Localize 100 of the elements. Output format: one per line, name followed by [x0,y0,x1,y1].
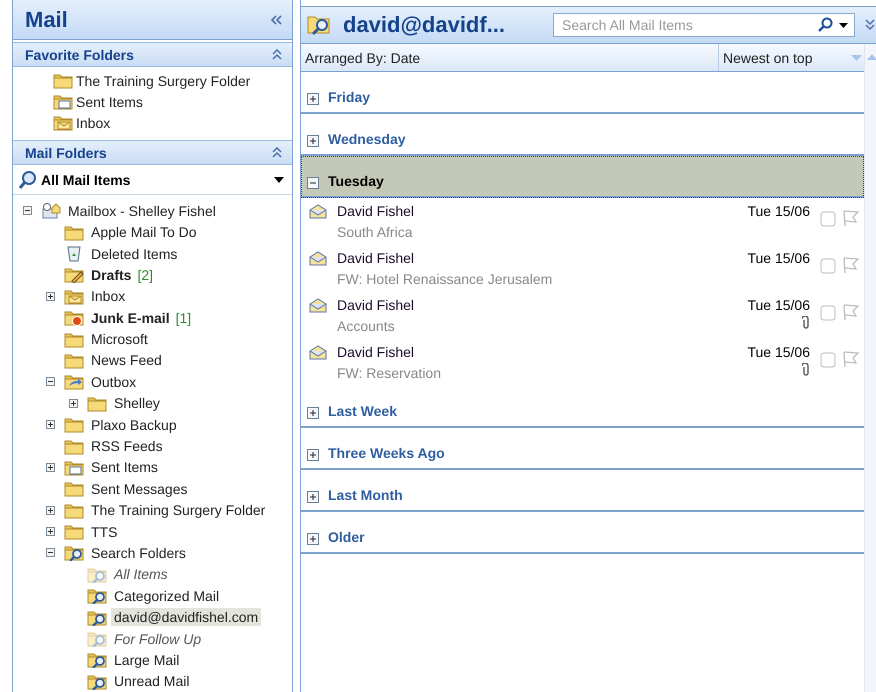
search-icon [18,170,38,190]
collapse-icon[interactable] [46,548,55,558]
folder-icon [53,72,73,90]
message-sender: David Fishel [337,344,416,360]
folder-item[interactable]: Deleted Items [88,244,180,262]
message-subject: FW: Hotel Renaissance Jerusalem [337,271,554,287]
folder-icon [64,480,84,498]
expand-icon[interactable] [307,449,319,461]
folder-item[interactable]: Inbox [88,287,128,306]
caret-icon[interactable] [839,22,848,28]
search-box[interactable]: Search All Mail Items [553,13,855,37]
folder-icon [64,438,84,455]
expand-icon[interactable] [46,506,55,515]
folder-item[interactable]: Drafts [2] [88,266,156,284]
group-header[interactable]: Three Weeks Ago [301,428,864,470]
search-folder-icon [87,566,107,583]
folder-item[interactable]: Unread Mail [111,672,192,690]
expand-icon[interactable] [69,398,78,408]
folder-item[interactable]: david@davidfishel.com [111,608,262,626]
message-sender: David Fishel [337,297,416,313]
folder-item[interactable]: All Items [111,565,171,584]
message-sender: David Fishel [337,203,416,219]
expand-icon[interactable] [307,93,319,105]
folder-item[interactable]: Outbox [88,372,140,391]
folder-item[interactable]: Large Mail [111,650,182,669]
favorite-folder[interactable]: Sent Items [53,91,292,112]
search-icon[interactable] [817,17,833,33]
search-folder-icon [87,587,107,604]
group-header[interactable]: Tuesday [301,156,864,198]
section-header[interactable]: Mail Folders [13,140,292,166]
collapse-icon[interactable] [46,377,55,386]
sent-folder-icon [64,458,84,476]
open-envelope-icon [309,251,327,266]
folder-item[interactable]: Sent Items [88,458,161,476]
open-envelope-icon [309,298,327,313]
folder-item[interactable]: The Training Surgery Folder [88,501,268,520]
message-date: Tue 15/06 [747,250,810,266]
open-envelope-icon [309,345,327,360]
message-item[interactable]: David Fishel South Africa Tue 15/06 [301,198,864,245]
collapse-icon[interactable] [23,206,32,216]
expand-icon[interactable] [307,491,319,503]
search-folder-icon [87,630,107,648]
section-header[interactable]: Favorite Folders [13,42,292,68]
expand-icon[interactable] [307,407,319,419]
category-checkbox-icon[interactable] [820,258,836,274]
message-item[interactable]: David Fishel FW: Reservation Tue 15/06 [301,339,864,386]
expand-icon[interactable] [46,527,55,536]
message-subject: FW: Reservation [337,365,442,381]
arrange-by-header[interactable]: Arranged By: Date [301,50,718,66]
folder-item[interactable]: Sent Messages [88,480,190,498]
group-header[interactable]: Last Week [301,386,864,428]
message-item[interactable]: David Fishel FW: Hotel Renaissance Jerusalem Tue 15/06 [301,245,864,292]
search-folder-icon [87,608,107,626]
folder-item[interactable]: For Follow Up [111,630,204,648]
category-checkbox-icon[interactable] [820,352,836,368]
group-header[interactable]: Friday [301,72,864,114]
folder-icon [64,330,84,348]
folder-icon [64,352,84,369]
mailbox-icon [41,202,61,220]
expand-icon[interactable] [46,292,55,301]
inbox-folder-icon [64,288,84,305]
category-checkbox-icon[interactable] [820,305,836,321]
expand-icon[interactable] [307,533,319,545]
folder-item[interactable]: Apple Mail To Do [88,223,200,242]
folder-icon [64,523,84,540]
section-title: Mail Folders [25,144,107,161]
group-header[interactable]: Last Month [301,470,864,512]
favorite-folder[interactable]: The Training Surgery Folder [53,70,292,92]
folder-item[interactable]: TTS [88,522,120,541]
folder-item[interactable]: RSS Feeds [88,437,166,456]
favorite-folder[interactable]: Inbox [53,112,292,134]
folder-item[interactable]: Mailbox - Shelley Fishel [65,202,219,220]
message-item[interactable]: David Fishel Accounts Tue 15/06 [301,292,864,339]
unread-count: [1] [176,310,192,326]
sent-folder-icon [53,93,73,110]
collapse-icon[interactable] [307,177,319,189]
folder-item[interactable]: News Feed [88,351,165,370]
folder-item[interactable]: Categorized Mail [111,586,222,605]
folder-icon [64,224,84,241]
expand-icon[interactable] [46,462,55,472]
open-envelope-icon [309,204,327,219]
folder-icon [64,416,84,434]
section-title: Favorite Folders [25,46,134,63]
folder-item[interactable]: Shelley [111,394,163,412]
expand-icon[interactable] [46,420,55,430]
view-dropdown[interactable]: All Mail Items [13,165,292,196]
category-checkbox-icon[interactable] [820,211,836,227]
caret-icon [851,54,862,60]
search-folder-icon [87,672,107,690]
folder-item[interactable]: Search Folders [88,544,189,562]
folder-icon [87,394,107,412]
folder-item[interactable]: Junk E-mail [1] [88,308,194,327]
message-subject: Accounts [337,318,396,334]
unread-count: [2] [137,266,154,283]
folder-item[interactable]: Plaxo Backup [88,416,180,434]
search-folder-icon [64,544,84,562]
folder-item[interactable]: Microsoft [88,330,151,348]
group-header[interactable]: Older [301,512,864,554]
expand-icon[interactable] [307,135,319,147]
outbox-folder-icon [64,373,84,390]
